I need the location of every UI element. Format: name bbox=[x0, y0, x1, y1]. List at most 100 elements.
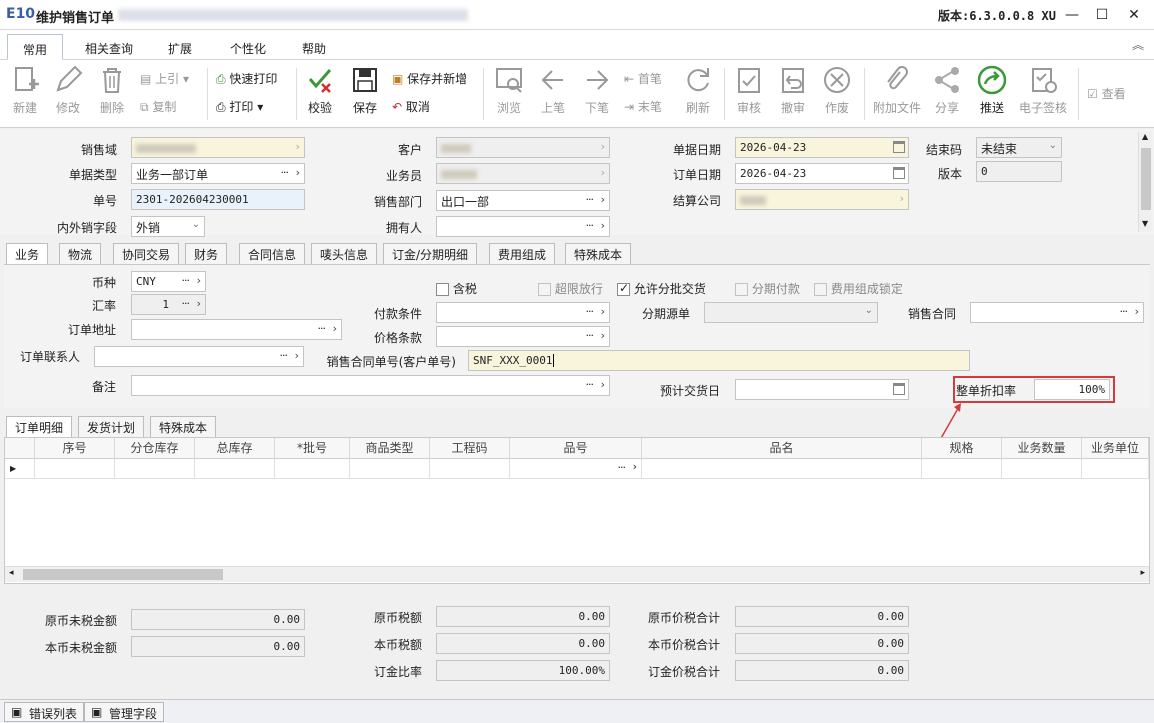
price-terms-field[interactable]: ··· › bbox=[436, 326, 610, 347]
scroll-up-icon[interactable]: ▲ bbox=[1142, 132, 1148, 141]
col-total-stock[interactable]: 总库存 bbox=[195, 438, 275, 459]
share-button[interactable]: 分享 bbox=[925, 64, 969, 116]
col-item-name[interactable]: 品名 bbox=[642, 438, 922, 459]
prev-record-button[interactable]: 上笔 bbox=[531, 64, 575, 116]
browse-button[interactable]: 浏览 bbox=[487, 64, 531, 116]
chevron-right-icon[interactable]: › bbox=[296, 166, 300, 179]
tab-business[interactable]: 业务 bbox=[6, 243, 49, 265]
new-button[interactable]: 新建 bbox=[3, 64, 47, 116]
more-icon[interactable]: ··· bbox=[586, 193, 594, 206]
col-branch-stock[interactable]: 分仓库存 bbox=[115, 438, 195, 459]
save-and-new-button[interactable]: ▣ 保存并新增 bbox=[392, 68, 467, 90]
table-row-cell[interactable] bbox=[1082, 459, 1149, 479]
item-no-cell[interactable]: ··· › bbox=[510, 459, 642, 479]
save-button[interactable]: 保存 bbox=[343, 64, 387, 116]
ribbon-tab-personalize[interactable]: 个性化 bbox=[220, 34, 276, 60]
scroll-thumb[interactable] bbox=[23, 569, 223, 580]
rate-field[interactable]: 1 ··· › bbox=[131, 294, 206, 315]
settle-company-field[interactable]: › bbox=[735, 189, 909, 210]
more-icon[interactable]: ··· bbox=[281, 166, 289, 179]
void-button[interactable]: 作废 bbox=[815, 64, 859, 116]
owner-field[interactable]: ··· › bbox=[436, 216, 610, 237]
tab-delivery-plan[interactable]: 发货计划 bbox=[78, 416, 145, 438]
currency-field[interactable]: CNY ··· › bbox=[131, 271, 206, 292]
chevron-right-icon[interactable]: › bbox=[633, 460, 637, 473]
installment-checkbox[interactable]: 分期付款 bbox=[735, 280, 800, 297]
close-button[interactable]: ✕ bbox=[1122, 4, 1146, 26]
more-icon[interactable]: ··· bbox=[1120, 305, 1128, 318]
unapprove-button[interactable]: 撤审 bbox=[771, 64, 815, 116]
col-seq[interactable]: 序号 bbox=[35, 438, 115, 459]
quick-print-button[interactable]: ⎙ 快速打印 bbox=[216, 68, 277, 90]
table-row-cell[interactable] bbox=[115, 459, 195, 479]
cancel-button[interactable]: ↶ 取消 bbox=[392, 96, 430, 118]
sales-contract-field[interactable]: ··· › bbox=[970, 302, 1144, 323]
tab-order-detail[interactable]: 订单明细 bbox=[6, 416, 73, 438]
contract-no-field[interactable]: SNF_XXX_0001 bbox=[468, 350, 970, 371]
payment-terms-field[interactable]: ··· › bbox=[436, 302, 610, 323]
table-row-cell[interactable] bbox=[35, 459, 115, 479]
col-spec[interactable]: 规格 bbox=[922, 438, 1002, 459]
col-project-code[interactable]: 工程码 bbox=[430, 438, 510, 459]
check-button[interactable]: 校验 bbox=[298, 64, 342, 116]
tab-detail-special-cost[interactable]: 特殊成本 bbox=[150, 416, 217, 438]
minimize-button[interactable]: — bbox=[1060, 4, 1084, 26]
expected-delivery-field[interactable] bbox=[735, 379, 909, 400]
sales-dept-field[interactable]: 出口一部 ··· › bbox=[436, 190, 610, 211]
approve-button[interactable]: 审核 bbox=[727, 64, 771, 116]
chevron-right-icon[interactable]: › bbox=[601, 329, 605, 342]
print-button[interactable]: ⎙ 打印 ▾ bbox=[216, 96, 263, 118]
order-date-field[interactable]: 2026-04-23 bbox=[735, 163, 909, 184]
calendar-icon[interactable] bbox=[893, 141, 905, 153]
doc-type-field[interactable]: 业务一部订单 ··· › bbox=[131, 163, 305, 184]
table-row-cell[interactable] bbox=[350, 459, 430, 479]
more-icon[interactable]: ··· bbox=[618, 461, 626, 474]
chevron-right-icon[interactable]: › bbox=[601, 219, 605, 232]
installment-source-select[interactable]: ⌄ bbox=[704, 302, 878, 323]
table-row-cell[interactable] bbox=[1002, 459, 1082, 479]
table-row-cell[interactable] bbox=[275, 459, 350, 479]
ribbon-tab-extend[interactable]: 扩展 bbox=[158, 34, 202, 60]
more-icon[interactable]: ··· bbox=[586, 305, 594, 318]
col-item-type[interactable]: 商品类型 bbox=[350, 438, 430, 459]
view-button[interactable]: ☑ 查看 bbox=[1087, 83, 1151, 105]
more-icon[interactable]: ··· bbox=[182, 274, 190, 287]
calendar-icon[interactable] bbox=[893, 167, 905, 179]
copy-button[interactable]: ⧉ 复制 bbox=[140, 96, 176, 118]
table-row-cell[interactable] bbox=[195, 459, 275, 479]
col-item-no[interactable]: 品号 bbox=[510, 438, 642, 459]
customer-field[interactable]: › bbox=[436, 137, 610, 158]
chevron-right-icon[interactable]: › bbox=[601, 378, 605, 391]
attach-file-button[interactable]: 附加文件 bbox=[873, 64, 921, 116]
next-record-button[interactable]: 下笔 bbox=[575, 64, 619, 116]
fee-lock-checkbox[interactable]: 费用组成锁定 bbox=[814, 280, 903, 297]
table-row-cell[interactable] bbox=[922, 459, 1002, 479]
ribbon-tab-common[interactable]: 常用 bbox=[7, 34, 63, 60]
more-icon[interactable]: ··· bbox=[280, 349, 288, 362]
delete-button[interactable]: 删除 bbox=[90, 64, 134, 116]
scroll-left-icon[interactable]: ◂ bbox=[9, 568, 14, 578]
more-icon[interactable]: ··· bbox=[182, 297, 190, 310]
refresh-button[interactable]: 刷新 bbox=[676, 64, 720, 116]
esign-button[interactable]: 电子签核 bbox=[1016, 64, 1070, 116]
tab-mark-info[interactable]: 唛头信息 bbox=[311, 243, 378, 265]
grid-h-scrollbar[interactable]: ◂ ▸ bbox=[5, 566, 1149, 582]
ribbon-tab-help[interactable]: 帮助 bbox=[292, 34, 336, 60]
more-icon[interactable]: ··· bbox=[586, 329, 594, 342]
scroll-right-icon[interactable]: ▸ bbox=[1140, 568, 1145, 578]
close-code-select[interactable]: 未结束 ⌄ bbox=[976, 137, 1062, 158]
chevron-right-icon[interactable]: › bbox=[197, 274, 201, 287]
maximize-button[interactable]: ☐ bbox=[1090, 4, 1114, 26]
first-record-button[interactable]: ⇤ 首笔 bbox=[624, 68, 662, 90]
salesman-field[interactable]: › bbox=[436, 163, 610, 184]
push-button[interactable]: 推送 bbox=[970, 64, 1014, 116]
more-icon[interactable]: ··· bbox=[586, 378, 594, 391]
tab-contract-info[interactable]: 合同信息 bbox=[239, 243, 306, 265]
more-icon[interactable]: ··· bbox=[318, 322, 326, 335]
edit-button[interactable]: 修改 bbox=[46, 64, 90, 116]
allow-batch-checkbox[interactable]: 允许分批交货 bbox=[617, 280, 706, 297]
over-limit-checkbox[interactable]: 超限放行 bbox=[538, 280, 603, 297]
chevron-right-icon[interactable]: › bbox=[197, 297, 201, 310]
order-contact-field[interactable]: ··· › bbox=[94, 346, 304, 367]
inout-select[interactable]: 外销 ⌄ bbox=[131, 216, 205, 237]
